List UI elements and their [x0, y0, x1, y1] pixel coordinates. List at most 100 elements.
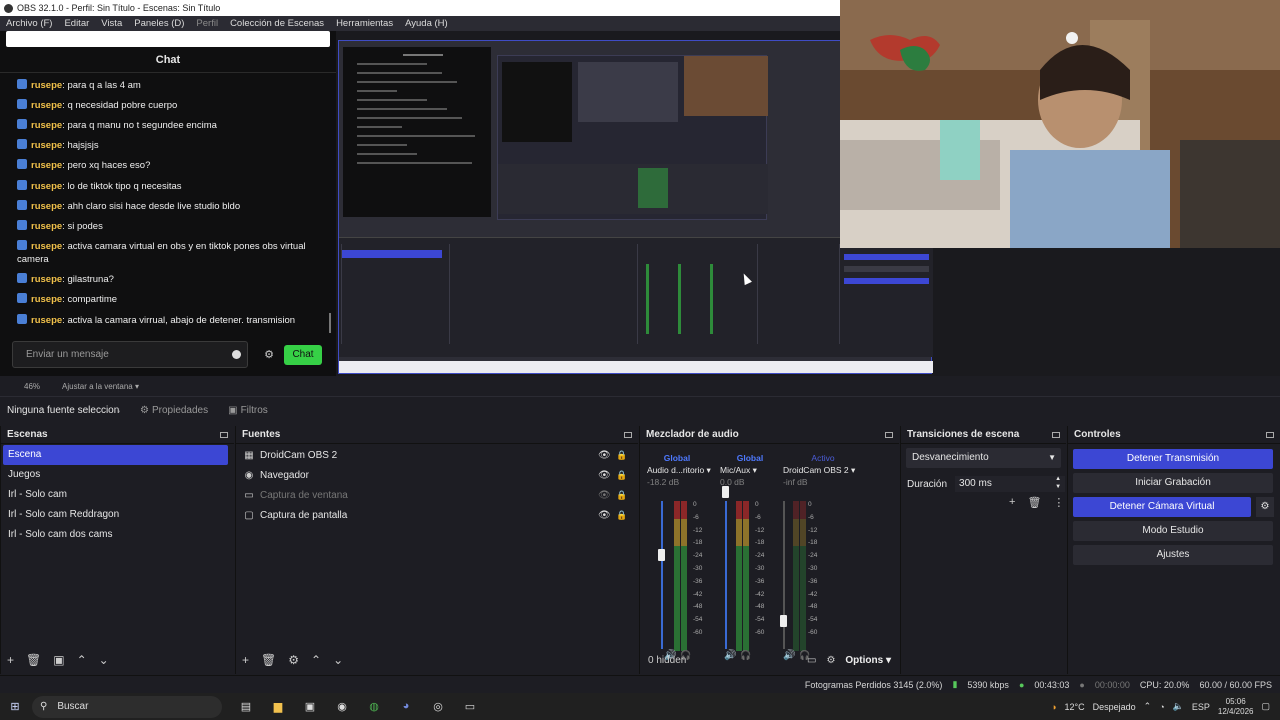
zoom-level[interactable]: 46% — [24, 382, 40, 391]
scene-item[interactable]: Escena — [3, 445, 228, 465]
eye-icon[interactable]: 👁 — [598, 510, 611, 521]
chat-username[interactable]: rusepe — [31, 201, 62, 212]
undock-icon[interactable] — [1052, 431, 1060, 438]
windows-start-icon[interactable]: ⊞ — [0, 700, 30, 713]
lock-icon[interactable]: 🔒 — [616, 450, 627, 461]
eye-icon[interactable]: 👁 — [598, 470, 611, 481]
chevron-up-icon[interactable]: ⌃ — [1144, 701, 1152, 712]
stop-streaming-button[interactable]: Detener Transmisión — [1073, 449, 1273, 469]
channel-name[interactable]: Audio d...ritorio ▾ — [647, 463, 711, 477]
menu-ayuda[interactable]: Ayuda (H) — [399, 18, 454, 29]
source-item[interactable]: ▭ Captura de ventana 👁 🔒 — [236, 485, 638, 505]
discord-icon[interactable]: ◕ — [396, 700, 416, 713]
volume-fader-handle[interactable] — [658, 549, 665, 561]
taskbar-search[interactable]: ⚲ Buscar — [32, 695, 222, 718]
weather-icon[interactable]: ◑ — [1051, 702, 1056, 712]
duration-input[interactable]: 300 ms ▲ ▼ — [955, 475, 1066, 492]
chat-username[interactable]: rusepe — [31, 315, 62, 326]
channel-name[interactable]: DroidCam OBS 2 ▾ — [783, 463, 863, 477]
source-settings-icon[interactable]: ⚙ — [288, 653, 299, 667]
volume-fader-handle[interactable] — [722, 486, 729, 498]
move-up-icon[interactable]: ⌃ — [311, 653, 321, 667]
task-view-icon[interactable]: ▤ — [236, 700, 256, 713]
steam-icon[interactable]: ◉ — [332, 700, 352, 713]
chat-username[interactable]: rusepe — [31, 120, 62, 131]
stop-virtual-camera-button[interactable]: Detener Cámara Virtual — [1073, 497, 1251, 517]
chat-username[interactable]: rusepe — [31, 160, 62, 171]
chat-username[interactable]: rusepe — [31, 221, 62, 232]
remove-scene-icon[interactable]: 🗑 — [26, 653, 41, 667]
undock-icon[interactable] — [220, 431, 228, 438]
chat-scrollbar[interactable] — [329, 313, 331, 333]
language-indicator[interactable]: ESP — [1192, 702, 1210, 712]
source-item[interactable]: ▢ Captura de pantalla 👁 🔒 — [236, 505, 638, 525]
scene-item[interactable]: Juegos — [1, 465, 234, 485]
chat-username[interactable]: rusepe — [31, 241, 62, 252]
transition-select[interactable]: Desvanecimiento ▼ — [906, 448, 1061, 468]
move-up-icon[interactable]: ⌃ — [77, 653, 87, 667]
chat-username[interactable]: rusepe — [31, 100, 62, 111]
menu-editar[interactable]: Editar — [58, 18, 95, 29]
move-down-icon[interactable]: ⌄ — [99, 653, 109, 667]
chat-username[interactable]: rusepe — [31, 274, 62, 285]
move-down-icon[interactable]: ⌄ — [333, 653, 343, 667]
spin-arrows-icon[interactable]: ▲ ▼ — [1055, 475, 1061, 491]
settings-button[interactable]: Ajustes — [1073, 545, 1273, 565]
channel-name[interactable]: Mic/Aux ▾ — [720, 463, 780, 477]
lock-icon[interactable]: 🔒 — [616, 490, 627, 501]
more-options-icon[interactable]: ⋮ — [1053, 496, 1064, 509]
app-icon[interactable]: ▣ — [300, 700, 320, 713]
undock-icon[interactable] — [1266, 431, 1274, 438]
properties-button[interactable]: ⚙ Propiedades — [140, 405, 208, 416]
undock-icon[interactable] — [885, 431, 893, 438]
chat-username[interactable]: rusepe — [31, 181, 62, 192]
eye-icon[interactable]: 👁 — [598, 450, 611, 461]
chat-username[interactable]: rusepe — [31, 294, 62, 305]
start-recording-button[interactable]: Iniciar Grabación — [1073, 473, 1273, 493]
virtual-camera-settings-gear-icon[interactable]: ⚙ — [1256, 497, 1274, 517]
lock-icon[interactable]: 🔒 — [616, 510, 627, 521]
obs-icon[interactable]: ◎ — [428, 700, 448, 713]
scene-item[interactable]: Irl - Solo cam — [1, 485, 234, 505]
clock[interactable]: 05:06 12/4/2026 — [1218, 697, 1254, 717]
undock-icon[interactable] — [624, 431, 632, 438]
network-icon[interactable]: ◔ — [1159, 702, 1164, 712]
notifications-icon[interactable]: ▢ — [1261, 701, 1270, 712]
chat-username[interactable]: rusepe — [31, 80, 62, 91]
scene-item[interactable]: Irl - Solo cam Reddragon — [1, 505, 234, 525]
eye-slash-icon[interactable]: 👁 — [598, 490, 611, 501]
menu-archivo[interactable]: Archivo (F) — [0, 18, 58, 29]
chat-send-button[interactable]: Chat — [284, 344, 322, 365]
chat-username[interactable]: rusepe — [31, 140, 62, 151]
menu-paneles[interactable]: Paneles (D) — [128, 18, 190, 29]
menu-vista[interactable]: Vista — [95, 18, 128, 29]
file-explorer-icon[interactable]: ▆ — [268, 700, 288, 713]
layout-toggle-icon[interactable]: ▭ — [807, 655, 816, 666]
remove-source-icon[interactable]: 🗑 — [261, 653, 276, 667]
remove-transition-icon[interactable]: 🗑 — [1027, 496, 1041, 509]
add-scene-icon[interactable]: + — [7, 653, 14, 667]
chat-settings-gear-icon[interactable]: ⚙ — [262, 348, 276, 361]
add-transition-icon[interactable]: + — [1009, 496, 1015, 509]
mixer-options-button[interactable]: Options ▾ — [845, 655, 891, 666]
lock-icon[interactable]: 🔒 — [616, 470, 627, 481]
chrome-icon[interactable]: ◍ — [364, 700, 384, 713]
scene-filters-icon[interactable]: ▣ — [53, 653, 64, 667]
menu-perfil[interactable]: Perfil — [190, 18, 224, 29]
source-item[interactable]: ▦ DroidCam OBS 2 👁 🔒 — [236, 445, 638, 465]
source-item[interactable]: ◉ Navegador 👁 🔒 — [236, 465, 638, 485]
fit-window-select[interactable]: Ajustar a la ventana ▾ — [62, 382, 139, 391]
studio-mode-button[interactable]: Modo Estudio — [1073, 521, 1273, 541]
app-window-icon[interactable]: ▭ — [460, 700, 480, 713]
menu-herramientas[interactable]: Herramientas — [330, 18, 399, 29]
chat-message-input[interactable]: Enviar un mensaje — [12, 341, 248, 368]
mixer-settings-icon[interactable]: ⚙ — [826, 655, 835, 666]
menu-coleccion[interactable]: Colección de Escenas — [224, 18, 330, 29]
filters-button[interactable]: ▣ Filtros — [228, 405, 268, 416]
scene-item[interactable]: Irl - Solo cam dos cams — [1, 525, 234, 545]
emoji-icon[interactable] — [232, 350, 241, 359]
preview-canvas[interactable] — [336, 0, 1280, 376]
volume-icon[interactable]: 🔈 — [1173, 701, 1184, 712]
volume-fader[interactable] — [725, 501, 727, 649]
volume-fader[interactable] — [661, 501, 663, 649]
